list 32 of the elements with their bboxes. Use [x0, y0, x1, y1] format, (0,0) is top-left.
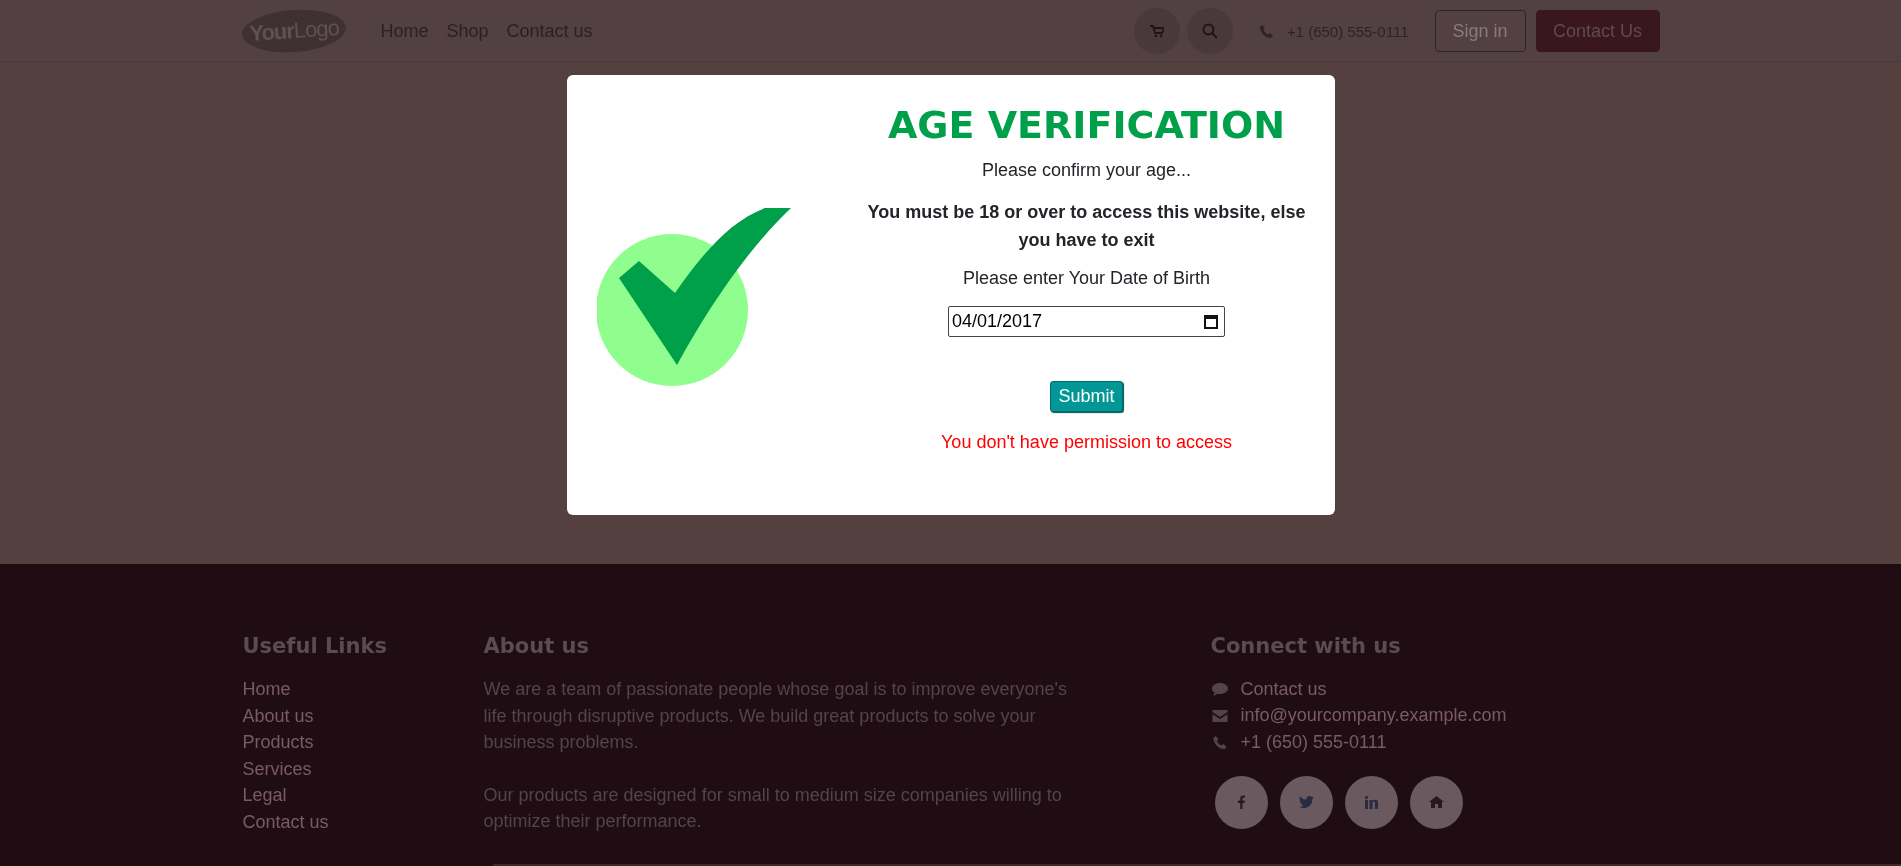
footer-link[interactable]: About us — [242, 702, 484, 730]
sign-in-button[interactable]: Sign in — [1434, 10, 1526, 52]
date-field[interactable]: 04/01/2017 — [948, 305, 1225, 337]
contact-link[interactable]: Contact us — [1240, 678, 1327, 700]
cart-button[interactable] — [1133, 8, 1180, 54]
submit-button[interactable]: Submit — [1050, 380, 1123, 412]
prompt-text: Please enter Your Date of Birth — [962, 267, 1211, 289]
modal-title: AGE VERIFICATION — [887, 105, 1286, 147]
contact-link[interactable]: info@yourcompany.example.com — [1240, 705, 1507, 727]
contact-link[interactable]: +1 (650) 555-0111 — [1240, 732, 1387, 753]
calendar-icon — [1204, 313, 1218, 329]
linkedin-icon — [1364, 795, 1378, 809]
chat-icon — [1210, 682, 1229, 696]
footer-link[interactable]: Contact us — [242, 808, 484, 836]
search-button[interactable] — [1186, 8, 1233, 54]
search-icon — [1201, 23, 1218, 39]
footer-heading: Connect with us — [1210, 634, 1402, 658]
footer-link[interactable]: Services — [242, 755, 484, 783]
house-icon — [1428, 796, 1444, 809]
footer-link[interactable]: Home — [242, 676, 484, 703]
error-message: You don't have permission to access — [941, 431, 1232, 453]
footer-link[interactable]: Products — [242, 729, 484, 756]
bird-icon — [1298, 796, 1314, 809]
subtitle-text: Please confirm your age... — [981, 159, 1192, 181]
phone-icon — [1259, 24, 1273, 38]
footer-heading: About us — [483, 634, 590, 658]
warning-text: You must be 18 or over to access this website, else you have to exit — [866, 200, 1307, 252]
envelope-icon — [1210, 709, 1229, 722]
footer-link[interactable]: Legal — [242, 782, 484, 809]
cart-icon — [1149, 24, 1164, 38]
facebook-icon — [1237, 795, 1245, 810]
footer-heading: Useful Links — [242, 634, 388, 658]
